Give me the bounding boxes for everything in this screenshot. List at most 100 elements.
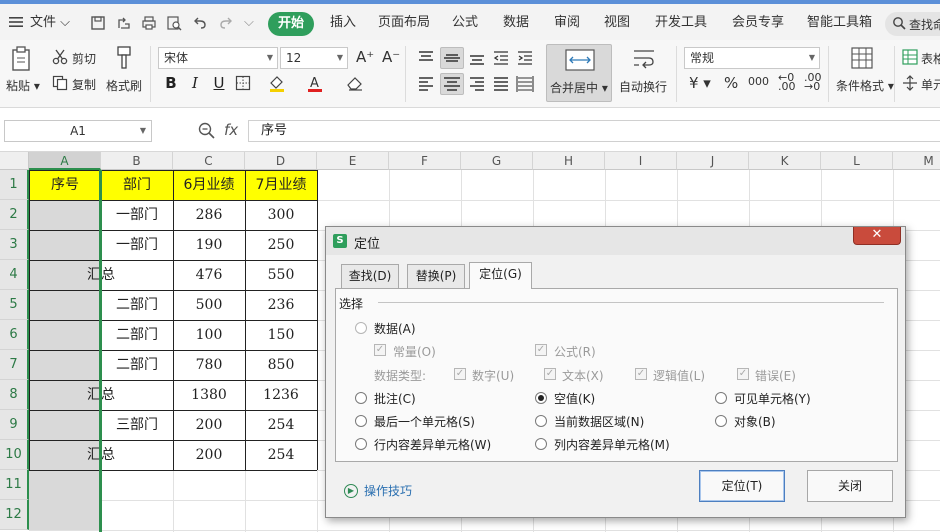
increase-indent-icon[interactable]: [516, 49, 534, 70]
table-cell[interactable]: [29, 410, 101, 440]
justify-icon[interactable]: [492, 75, 510, 96]
checkbox-constant[interactable]: ✓: [374, 344, 386, 356]
tab-formulas[interactable]: 公式: [452, 13, 478, 33]
table-cell[interactable]: 150: [245, 320, 317, 350]
decrease-decimal-icon[interactable]: .00 →0: [804, 72, 822, 92]
row-header[interactable]: 1: [0, 170, 29, 200]
table-cell[interactable]: 300: [245, 200, 317, 230]
table-style-button[interactable]: 表格: [921, 50, 940, 67]
tab-page-layout[interactable]: 页面布局: [378, 13, 430, 33]
format-painter-icon[interactable]: [113, 46, 135, 73]
paste-button[interactable]: 粘贴 ▾: [6, 77, 40, 94]
column-header[interactable]: I: [605, 152, 677, 170]
conditional-format-icon[interactable]: [850, 46, 874, 73]
table-cell[interactable]: 254: [245, 440, 317, 470]
cell-button[interactable]: 单元: [921, 76, 940, 93]
tab-insert[interactable]: 插入: [330, 13, 356, 33]
undo-icon[interactable]: [192, 15, 208, 31]
table-cell[interactable]: 一部门: [101, 230, 173, 260]
tab-developer[interactable]: 开发工具: [655, 13, 707, 33]
row-header[interactable]: 4: [0, 260, 29, 290]
goto-ok-button[interactable]: 定位(T): [699, 470, 785, 502]
export-icon[interactable]: [116, 15, 132, 31]
header-cell[interactable]: 序号: [29, 170, 101, 200]
align-top-icon[interactable]: [417, 49, 435, 70]
number-format-select[interactable]: 常规 ▼: [684, 47, 820, 69]
wrap-text-button[interactable]: 自动换行: [619, 78, 667, 95]
table-cell[interactable]: 200: [173, 440, 245, 470]
distributed-align-icon[interactable]: [516, 75, 534, 96]
close-button[interactable]: 关闭: [807, 470, 893, 502]
play-icon[interactable]: ▶: [344, 484, 358, 498]
table-cell[interactable]: 二部门: [101, 290, 173, 320]
fill-color-icon[interactable]: [268, 74, 286, 95]
radio-last-cell[interactable]: [355, 415, 367, 427]
format-painter-button[interactable]: 格式刷: [106, 77, 142, 94]
row-header[interactable]: 9: [0, 410, 29, 440]
table-cell[interactable]: 236: [245, 290, 317, 320]
table-cell[interactable]: 三部门: [101, 410, 173, 440]
decrease-indent-icon[interactable]: [492, 49, 510, 70]
select-all-corner[interactable]: [0, 152, 29, 170]
row-header[interactable]: 10: [0, 440, 29, 470]
table-style-icon[interactable]: [902, 49, 918, 68]
tab-home[interactable]: 开始: [268, 12, 314, 36]
tab-goto[interactable]: 定位(G): [469, 262, 532, 289]
column-header[interactable]: K: [749, 152, 821, 170]
radio-row-diff[interactable]: [355, 438, 367, 450]
currency-icon[interactable]: ¥ ▾: [689, 74, 711, 92]
quick-access-more[interactable]: ⌵: [244, 13, 254, 33]
column-header[interactable]: G: [461, 152, 533, 170]
cell-icon[interactable]: [902, 75, 918, 94]
search-box[interactable]: 查找命: [885, 12, 940, 36]
checkbox-error[interactable]: ✓: [737, 368, 749, 380]
underline-icon[interactable]: U: [208, 72, 230, 94]
row-header[interactable]: 3: [0, 230, 29, 260]
column-header[interactable]: M: [893, 152, 940, 170]
redo-icon[interactable]: [218, 15, 234, 31]
fx-icon[interactable]: fx: [224, 121, 238, 139]
align-left-icon[interactable]: [417, 75, 435, 96]
tab-member[interactable]: 会员专享: [732, 13, 784, 33]
close-icon[interactable]: ✕: [853, 227, 901, 245]
merge-center-button[interactable]: 合并居中 ▾: [546, 44, 612, 102]
column-header[interactable]: L: [821, 152, 893, 170]
save-icon[interactable]: [90, 15, 106, 31]
table-cell[interactable]: 250: [245, 230, 317, 260]
name-box[interactable]: A1 ▼: [4, 120, 152, 142]
tab-find[interactable]: 查找(D): [341, 264, 399, 288]
table-cell[interactable]: 100: [173, 320, 245, 350]
table-cell[interactable]: 1236: [245, 380, 317, 410]
table-cell[interactable]: 476: [173, 260, 245, 290]
paste-icon[interactable]: [10, 46, 34, 75]
copy-icon[interactable]: [52, 75, 68, 94]
row-header[interactable]: 12: [0, 500, 29, 530]
radio-col-diff[interactable]: [535, 438, 547, 450]
row-header[interactable]: 11: [0, 470, 29, 500]
radio-blank[interactable]: [535, 392, 547, 404]
table-cell[interactable]: [29, 230, 101, 260]
checkbox-text[interactable]: ✓: [544, 368, 556, 380]
row-header[interactable]: 7: [0, 350, 29, 380]
radio-objects[interactable]: [715, 415, 727, 427]
table-cell[interactable]: [29, 470, 101, 500]
table-cell[interactable]: 二部门: [101, 320, 173, 350]
tab-view[interactable]: 视图: [604, 13, 630, 33]
table-cell[interactable]: [29, 200, 101, 230]
dialog-title-bar[interactable]: S 定位: [326, 227, 905, 255]
column-header[interactable]: E: [317, 152, 389, 170]
font-name-select[interactable]: 宋体 ▼: [158, 47, 278, 69]
tab-review[interactable]: 审阅: [554, 13, 580, 33]
table-cell[interactable]: [29, 350, 101, 380]
checkbox-logical[interactable]: ✓: [635, 368, 647, 380]
align-right-icon[interactable]: [468, 75, 486, 96]
font-shrink-icon[interactable]: A⁻: [382, 48, 400, 66]
wrap-text-icon[interactable]: [632, 48, 656, 73]
align-middle-icon[interactable]: [440, 47, 464, 69]
header-cell[interactable]: 7月业绩: [245, 170, 317, 200]
row-header[interactable]: 6: [0, 320, 29, 350]
tab-replace[interactable]: 替换(P): [407, 264, 465, 288]
column-header[interactable]: D: [245, 152, 317, 170]
table-cell[interactable]: 500: [173, 290, 245, 320]
checkbox-formula[interactable]: ✓: [535, 344, 547, 356]
